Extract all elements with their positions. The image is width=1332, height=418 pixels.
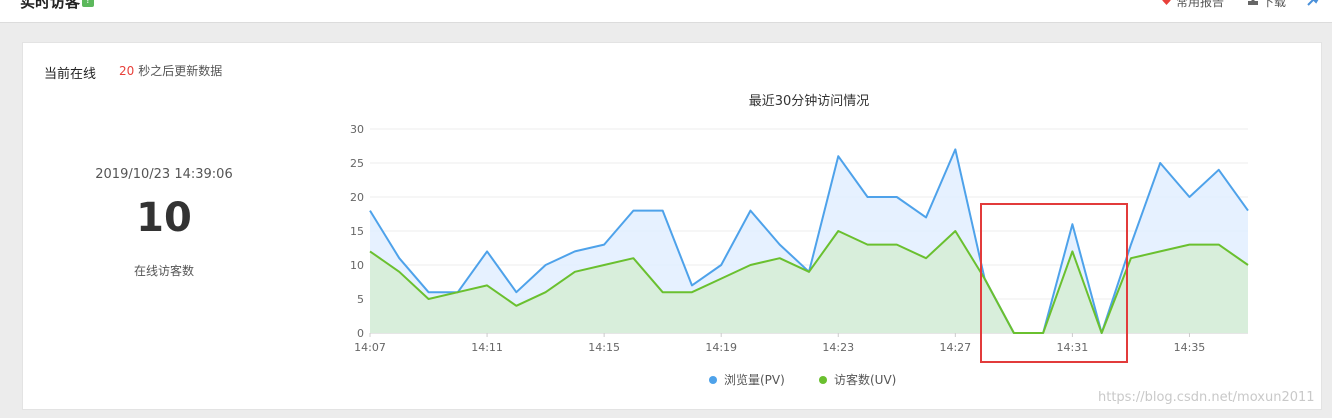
x-tick-label: 14:19 (705, 341, 737, 354)
chart-title: 最近30分钟访问情况 (749, 93, 870, 109)
highlight-box (980, 203, 1128, 363)
pv-point (369, 209, 371, 211)
uv-point (808, 271, 810, 273)
pin-icon[interactable] (1307, 0, 1321, 6)
watermark: https://blog.csdn.net/moxun2011 (1098, 390, 1315, 405)
uv-point (457, 291, 459, 293)
uv-point (1130, 257, 1132, 259)
pv-point (837, 155, 839, 157)
pv-point (661, 209, 663, 211)
visits-chart: 最近30分钟访问情况 0 5 10 15 20 25 30 14:07 14:11 14:15 14:… (350, 93, 1249, 387)
uv-point (720, 277, 722, 279)
help-badge[interactable]: ? (82, 0, 94, 7)
y-tick-label: 30 (350, 123, 364, 136)
y-tick-label: 25 (350, 157, 364, 170)
uv-point (779, 257, 781, 259)
y-tick-label: 20 (350, 191, 364, 204)
uv-point (896, 243, 898, 245)
uv-point (925, 257, 927, 259)
uv-point (749, 264, 751, 266)
uv-point (574, 271, 576, 273)
x-tick-label: 14:07 (354, 341, 386, 354)
page-title: 实时访客 (20, 0, 81, 11)
pv-point (866, 196, 868, 198)
uv-point (661, 291, 663, 293)
pv-point (515, 291, 517, 293)
pv-point (632, 209, 634, 211)
uv-point (954, 230, 956, 232)
download-link[interactable]: 下载 (1262, 0, 1286, 10)
top-bar: 实时访客 ? 常用报告 下载 (0, 0, 1332, 23)
x-tick-label: 14:15 (588, 341, 620, 354)
pv-point (427, 291, 429, 293)
uv-point (1218, 243, 1220, 245)
legend-uv-label: 访客数(UV) (834, 372, 896, 387)
pv-point (779, 243, 781, 245)
uv-point (398, 271, 400, 273)
x-tick-label: 14:23 (822, 341, 854, 354)
pv-point (574, 250, 576, 252)
pv-point (1218, 169, 1220, 171)
pv-point (691, 284, 693, 286)
legend-pv-marker (709, 376, 717, 384)
pv-point (486, 250, 488, 252)
y-tick-label: 10 (350, 259, 364, 272)
heart-icon[interactable] (1162, 0, 1171, 5)
pv-point (1159, 162, 1161, 164)
pv-point (954, 148, 956, 150)
uv-point (515, 305, 517, 307)
download-icon[interactable] (1248, 0, 1258, 5)
uv-point (1159, 250, 1161, 252)
pv-point (720, 264, 722, 266)
pv-point (398, 257, 400, 259)
pv-point (1130, 243, 1132, 245)
pv-point (749, 209, 751, 211)
pv-point (544, 264, 546, 266)
y-tick-label: 15 (350, 225, 364, 238)
uv-point (369, 250, 371, 252)
uv-point (866, 243, 868, 245)
pv-point (896, 196, 898, 198)
pv-point (925, 216, 927, 218)
y-tick-label: 5 (357, 293, 364, 306)
uv-point (427, 298, 429, 300)
favorite-reports-link[interactable]: 常用报告 (1176, 0, 1224, 10)
uv-point (486, 284, 488, 286)
uv-point (691, 291, 693, 293)
pv-point (1247, 209, 1249, 211)
legend-uv-marker (819, 376, 827, 384)
uv-point (544, 291, 546, 293)
x-tick-label: 14:11 (471, 341, 503, 354)
uv-point (837, 230, 839, 232)
uv-point (632, 257, 634, 259)
x-tick-label: 14:35 (1174, 341, 1206, 354)
uv-point (1188, 243, 1190, 245)
x-tick-label: 14:27 (939, 341, 971, 354)
uv-point (1247, 264, 1249, 266)
pv-point (603, 243, 605, 245)
pv-point (1188, 196, 1190, 198)
y-tick-label: 0 (357, 327, 364, 340)
legend-pv-label: 浏览量(PV) (724, 372, 785, 387)
uv-point (603, 264, 605, 266)
